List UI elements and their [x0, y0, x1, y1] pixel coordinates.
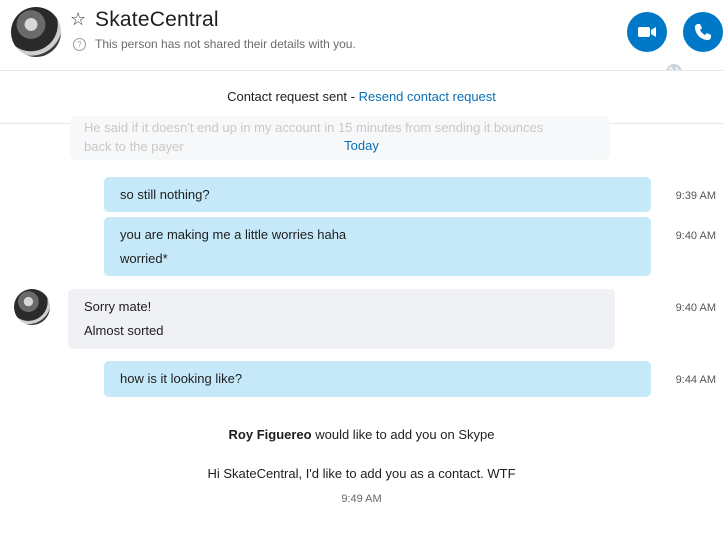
star-icon[interactable]: ☆ — [70, 10, 88, 28]
phone-icon — [695, 24, 711, 40]
contact-name[interactable]: SkateCentral — [95, 8, 219, 32]
message-timestamp: 9:40 AM — [675, 302, 716, 314]
add-contact-timestamp: 9:49 AM — [341, 493, 382, 505]
add-contact-notice-text: would like to add you on Skype — [311, 427, 495, 442]
conversation-header: ☆ SkateCentral ? This person has not sha… — [0, 0, 723, 80]
message-timestamp: 9:44 AM — [675, 374, 716, 386]
message-text: Sorry mate! — [84, 299, 152, 314]
video-camera-icon — [638, 27, 656, 37]
requester-name[interactable]: Roy Figuereo — [229, 427, 312, 442]
outgoing-message[interactable]: so still nothing? — [104, 177, 651, 212]
message-text: worried* — [120, 251, 168, 266]
resend-contact-request-link[interactable]: Resend contact request — [359, 89, 496, 104]
message-timestamp: 9:40 AM — [675, 230, 716, 242]
message-text: so still nothing? — [120, 187, 210, 202]
video-call-button[interactable] — [627, 12, 667, 52]
request-status-text: Contact request sent - — [227, 89, 359, 104]
contact-status: This person has not shared their details… — [95, 37, 356, 51]
sender-avatar[interactable] — [14, 289, 50, 325]
outgoing-message[interactable]: you are making me a little worries haha … — [104, 217, 651, 276]
outgoing-message[interactable]: how is it looking like? — [104, 361, 651, 397]
message-text: how is it looking like? — [120, 371, 243, 386]
add-contact-notice: Roy Figuereo would like to add you on Sk… — [0, 427, 723, 442]
add-contact-message: Hi SkateCentral, I'd like to add you as … — [207, 466, 516, 481]
message-timestamp: 9:39 AM — [675, 190, 716, 202]
contact-avatar[interactable] — [11, 7, 61, 57]
message-text: Almost sorted — [84, 323, 164, 338]
audio-call-button[interactable] — [683, 12, 723, 52]
incoming-message[interactable]: Sorry mate! Almost sorted — [68, 289, 615, 349]
date-divider: Today — [344, 138, 379, 153]
previous-message-line: He said if it doesn't end up in my accou… — [84, 120, 544, 135]
message-text: you are making me a little worries haha — [120, 227, 347, 242]
info-icon: ? — [73, 38, 86, 51]
